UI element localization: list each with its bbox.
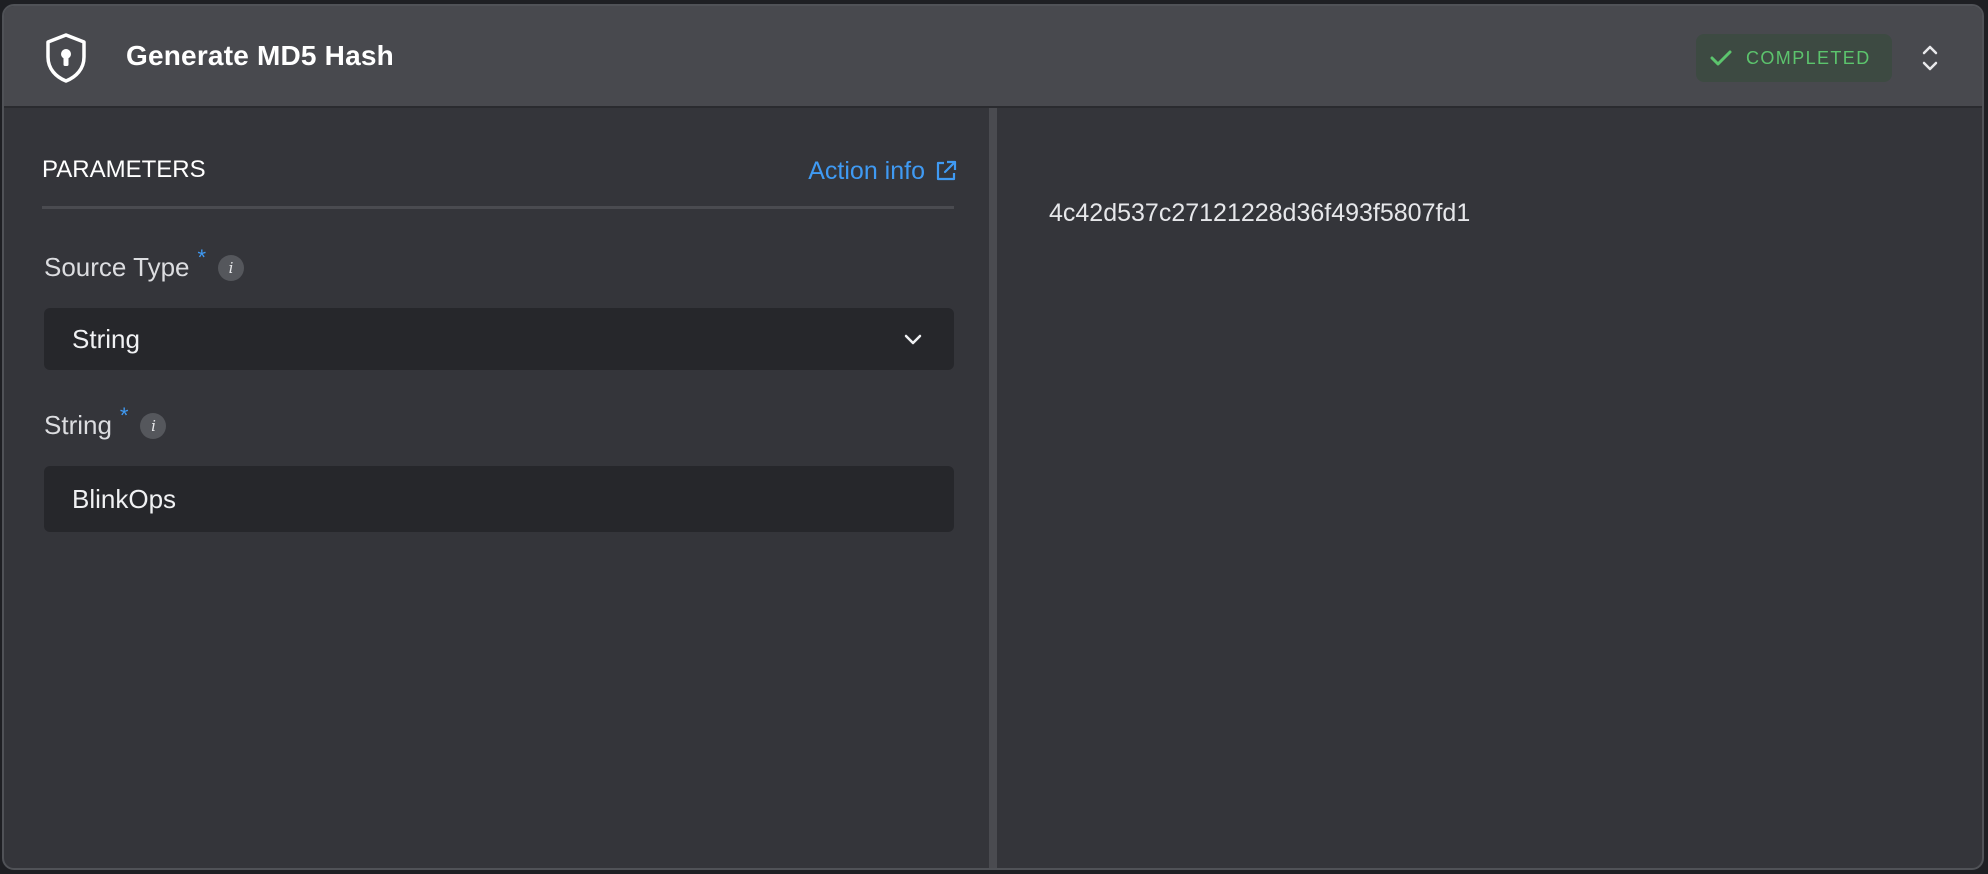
section-divider	[42, 206, 954, 209]
string-label: String	[44, 410, 112, 440]
parameters-pane: PARAMETERS Action info Source Type * i S…	[4, 108, 989, 868]
info-icon[interactable]: i	[140, 413, 167, 439]
source-type-label-row: Source Type * i	[44, 247, 245, 282]
expand-collapse-button[interactable]	[1910, 38, 1950, 78]
external-link-icon	[936, 160, 957, 181]
action-info-label: Action info	[808, 157, 925, 185]
string-input[interactable]: BlinkOps	[44, 466, 954, 532]
status-label: COMPLETED	[1746, 48, 1871, 68]
check-icon	[1710, 50, 1732, 66]
status-badge: COMPLETED	[1696, 34, 1892, 82]
source-type-label: Source Type	[44, 252, 190, 282]
hash-output: 4c42d537c27121228d36f493f5807fd1	[1049, 199, 1471, 227]
info-icon[interactable]: i	[218, 255, 245, 281]
section-title: PARAMETERS	[42, 156, 206, 183]
page-title: Generate MD5 Hash	[126, 40, 394, 71]
panel-header: Generate MD5 Hash COMPLETED	[4, 6, 1982, 108]
action-info-link[interactable]: Action info	[808, 156, 957, 186]
required-indicator: *	[119, 403, 129, 428]
output-pane: 4c42d537c27121228d36f493f5807fd1	[997, 108, 1982, 868]
shield-keyhole-icon	[42, 32, 90, 84]
source-type-value: String	[72, 324, 140, 354]
chevron-down-icon	[904, 334, 922, 345]
string-input-value: BlinkOps	[72, 484, 177, 514]
string-label-row: String * i	[44, 405, 167, 440]
chevron-up-down-icon	[1922, 45, 1938, 71]
source-type-select[interactable]: String	[44, 308, 954, 370]
required-indicator: *	[197, 245, 207, 270]
action-panel: Generate MD5 Hash COMPLETED PARAMETERS A…	[2, 4, 1984, 870]
pane-splitter[interactable]	[989, 108, 997, 868]
